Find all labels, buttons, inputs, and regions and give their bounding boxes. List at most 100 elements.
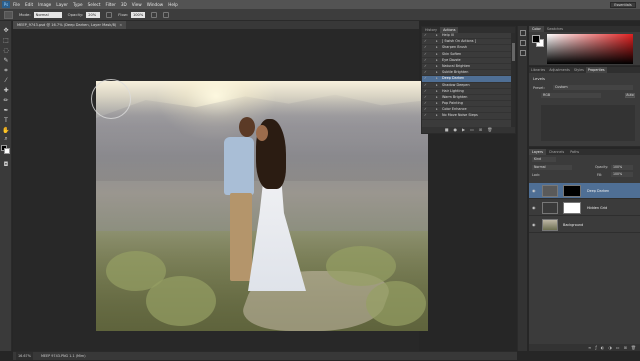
history-icon[interactable] <box>520 30 526 36</box>
pressure-size-icon[interactable] <box>162 11 169 18</box>
tab-properties[interactable]: Properties <box>585 67 607 73</box>
close-tab-icon[interactable]: × <box>119 23 122 27</box>
tab-channels[interactable]: Channels <box>546 149 567 155</box>
toggle-check-icon[interactable]: ✓ <box>424 107 427 113</box>
menu-help[interactable]: Help <box>168 2 178 7</box>
auto-button[interactable]: Auto <box>625 93 635 98</box>
toggle-check-icon[interactable]: ✓ <box>424 45 427 51</box>
menu-window[interactable]: Window <box>147 2 164 7</box>
quick-mask-icon[interactable]: ◘ <box>2 161 10 169</box>
toggle-check-icon[interactable]: ✓ <box>424 58 427 64</box>
type-tool-icon[interactable]: T <box>2 117 10 125</box>
healing-tool-icon[interactable]: ✚ <box>2 87 10 95</box>
toggle-check-icon[interactable]: ✓ <box>424 64 427 70</box>
actions-icon[interactable] <box>520 40 526 46</box>
lasso-tool-icon[interactable]: ◌ <box>2 47 10 55</box>
visibility-eye-icon[interactable]: ◉ <box>532 188 537 193</box>
brush-tool-icon[interactable]: ✏ <box>2 97 10 105</box>
tab-swatches[interactable]: Swatches <box>544 26 566 32</box>
toggle-check-icon[interactable]: ✓ <box>424 113 427 119</box>
menu-image[interactable]: Image <box>38 2 51 7</box>
scroll-thumb[interactable] <box>511 43 515 61</box>
delete-icon[interactable]: 🗑 <box>487 127 492 133</box>
new-action-icon[interactable]: ⊞ <box>479 127 482 133</box>
menu-3d[interactable]: 3D <box>121 2 127 7</box>
visibility-eye-icon[interactable]: ◉ <box>532 222 537 227</box>
background-color-swatch[interactable] <box>4 148 10 154</box>
play-icon[interactable]: ▶ <box>462 127 465 133</box>
expand-triangle-icon[interactable]: ▸ <box>436 58 438 64</box>
tab-libraries[interactable]: Libraries <box>529 67 547 73</box>
menu-view[interactable]: View <box>132 2 142 7</box>
tab-layers[interactable]: Layers <box>529 149 546 155</box>
expand-triangle-icon[interactable]: ▸ <box>436 39 438 45</box>
hand-tool-icon[interactable]: ✋ <box>2 127 10 135</box>
adjustment-icon[interactable]: ◑ <box>608 344 612 351</box>
toggle-check-icon[interactable]: ✓ <box>424 76 427 82</box>
expand-triangle-icon[interactable]: ▸ <box>436 45 438 51</box>
action-item[interactable]: ✓ ▸ No Move Noise Steps <box>422 113 515 120</box>
toggle-check-icon[interactable]: ✓ <box>424 95 427 101</box>
quick-select-tool-icon[interactable]: ✎ <box>2 57 10 65</box>
document-tab[interactable]: MEEP_9743.psd @ 16.7% (Deep Darken, Laye… <box>13 21 127 29</box>
menu-type[interactable]: Type <box>73 2 83 7</box>
toggle-check-icon[interactable]: ✓ <box>424 39 427 45</box>
toggle-check-icon[interactable]: ✓ <box>424 52 427 58</box>
toggle-check-icon[interactable]: ✓ <box>424 70 427 76</box>
stop-icon[interactable]: ■ <box>445 127 449 133</box>
expand-triangle-icon[interactable]: ▸ <box>436 107 438 113</box>
layer-row-hidden-grid[interactable]: ◉ Hidden Grid <box>529 200 640 216</box>
document-image[interactable] <box>96 81 428 331</box>
visibility-eye-icon[interactable]: ◉ <box>532 205 537 210</box>
airbrush-icon[interactable] <box>150 11 157 18</box>
info-icon[interactable] <box>520 50 526 56</box>
zoom-tool-icon[interactable]: ⌕ <box>2 135 10 143</box>
zoom-field[interactable]: 16.67% <box>16 352 33 360</box>
eyedropper-tool-icon[interactable]: ⁄ <box>2 77 10 85</box>
move-tool-icon[interactable]: ✥ <box>2 27 10 35</box>
fx-icon[interactable]: ƒ <box>595 344 596 351</box>
expand-triangle-icon[interactable]: ▸ <box>436 64 438 70</box>
channel-select[interactable]: RGB <box>541 93 601 98</box>
delete-layer-icon[interactable]: 🗑 <box>631 344 636 351</box>
pen-tool-icon[interactable]: ✒ <box>2 107 10 115</box>
color-spectrum[interactable] <box>547 34 633 64</box>
flow-field[interactable]: 100% <box>130 11 145 18</box>
mode-select[interactable]: Normal <box>33 11 62 18</box>
layer-row-deep-darken[interactable]: ◉ Deep Darken <box>529 183 640 199</box>
brush-preset-icon[interactable] <box>4 10 13 19</box>
menu-layer[interactable]: Layer <box>56 2 68 7</box>
menu-select[interactable]: Select <box>88 2 101 7</box>
levels-histogram[interactable] <box>541 105 635 141</box>
expand-triangle-icon[interactable]: ▸ <box>436 52 438 58</box>
opacity-field[interactable]: 20% <box>86 11 101 18</box>
marquee-tool-icon[interactable]: ⬚ <box>2 37 10 45</box>
workspace-switcher[interactable]: Essentials <box>610 1 636 8</box>
record-icon[interactable]: ● <box>453 127 457 133</box>
actions-scrollbar[interactable] <box>511 33 515 129</box>
crop-tool-icon[interactable]: ⌗ <box>2 67 10 75</box>
expand-triangle-icon[interactable]: ▸ <box>436 101 438 107</box>
canvas-area[interactable] <box>13 29 428 351</box>
menu-edit[interactable]: Edit <box>25 2 33 7</box>
new-group-icon[interactable]: ▭ <box>616 344 620 351</box>
new-set-icon[interactable]: ▭ <box>470 127 474 133</box>
pressure-opacity-icon[interactable] <box>106 11 113 18</box>
fill-field[interactable]: 100% <box>611 172 633 177</box>
toggle-check-icon[interactable]: ✓ <box>424 89 427 95</box>
expand-triangle-icon[interactable]: ▸ <box>436 33 438 39</box>
tab-paths[interactable]: Paths <box>567 149 582 155</box>
foreground-color-chip[interactable] <box>532 35 540 43</box>
toggle-check-icon[interactable]: ✓ <box>424 101 427 107</box>
expand-triangle-icon[interactable]: ▸ <box>436 89 438 95</box>
expand-triangle-icon[interactable]: ▸ <box>436 113 438 119</box>
menu-file[interactable]: File <box>13 2 20 7</box>
layer-filter-kind[interactable]: Kind <box>532 157 556 162</box>
layer-row-background[interactable]: ◉ Background <box>529 217 640 233</box>
tab-color[interactable]: Color <box>529 26 544 32</box>
blend-mode-select[interactable]: Normal <box>532 165 572 170</box>
preset-select[interactable]: Custom <box>553 85 633 90</box>
layer-mask-thumbnail[interactable] <box>563 202 581 214</box>
toggle-check-icon[interactable]: ✓ <box>424 33 427 39</box>
toggle-check-icon[interactable]: ✓ <box>424 83 427 89</box>
